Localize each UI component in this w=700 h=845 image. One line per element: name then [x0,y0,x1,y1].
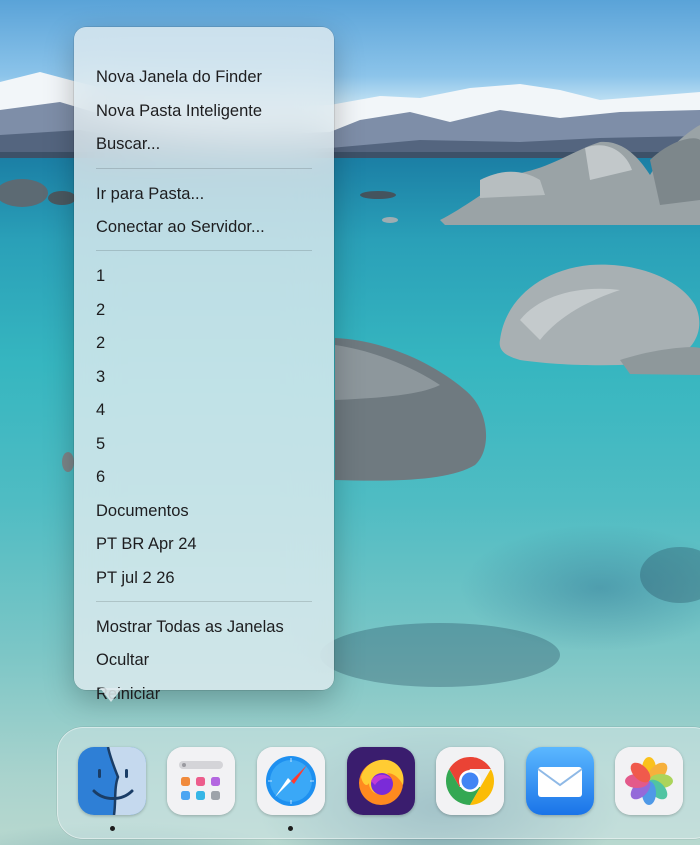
menu-item-window-5[interactable]: 5 [96,431,105,457]
menu-item-new-finder-window[interactable]: Nova Janela do Finder [96,64,262,90]
menu-item-window-6[interactable]: 6 [96,464,105,490]
dock-context-menu: Nova Janela do Finder Nova Pasta Intelig… [74,27,334,703]
dock-app-launchpad[interactable] [167,747,235,815]
menu-separator [96,250,312,251]
menu-item-window-2[interactable]: 2 [96,297,105,323]
photos-icon [615,747,683,815]
menu-item-go-to-folder[interactable]: Ir para Pasta... [96,181,204,207]
menu-item-connect-to-server[interactable]: Conectar ao Servidor... [96,214,265,240]
dock-app-safari[interactable] [257,747,325,815]
menu-item-window-pt-jul-2-26[interactable]: PT jul 2 26 [96,565,175,591]
menu-item-find[interactable]: Buscar... [96,131,160,157]
safari-icon [257,747,325,815]
dock-app-mail[interactable] [526,747,594,815]
launchpad-icon [167,747,235,815]
menu-item-window-3[interactable]: 3 [96,364,105,390]
menu-separator [96,168,312,169]
menu-item-hide[interactable]: Ocultar [96,647,149,673]
menu-item-new-smart-folder[interactable]: Nova Pasta Inteligente [96,98,262,124]
dock-app-photos[interactable] [615,747,683,815]
menu-item-window-pt-br-apr-24[interactable]: PT BR Apr 24 [96,531,197,557]
dock-app-finder[interactable] [78,747,146,815]
mail-icon [526,747,594,815]
menu-item-window-documentos[interactable]: Documentos [96,498,189,524]
running-indicator-finder [110,826,115,831]
finder-icon [78,747,146,815]
menu-item-window-1[interactable]: 1 [96,263,105,289]
chrome-icon [436,747,504,815]
menu-pointer-tail [100,688,122,702]
menu-item-window-4[interactable]: 4 [96,397,105,423]
menu-item-window-2b[interactable]: 2 [96,330,105,356]
running-indicator-safari [288,826,293,831]
menu-item-show-all-windows[interactable]: Mostrar Todas as Janelas [96,614,284,640]
firefox-icon [347,747,415,815]
dock-app-chrome[interactable] [436,747,504,815]
menu-separator [96,601,312,602]
dock-app-firefox[interactable] [347,747,415,815]
